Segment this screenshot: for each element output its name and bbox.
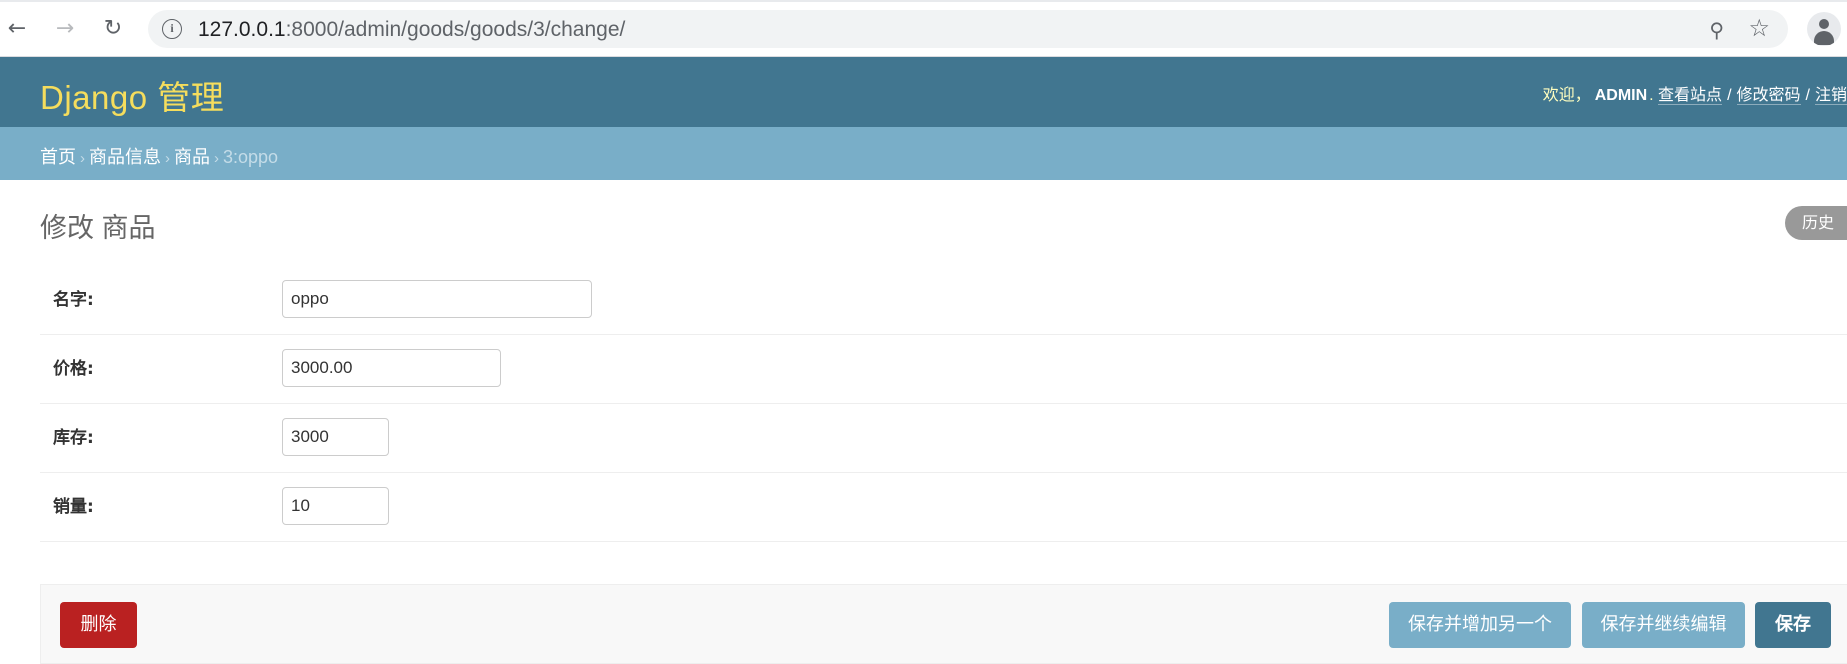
sales-label: 销量: [53,497,94,517]
delete-button[interactable]: 删除 [60,602,137,648]
history-button[interactable]: 历史 [1785,206,1847,240]
period-text: . [1649,87,1654,104]
breadcrumb-current: 3:oppo [223,147,279,167]
save-continue-button[interactable]: 保存并继续编辑 [1582,602,1745,648]
save-add-another-button[interactable]: 保存并增加另一个 [1389,602,1571,648]
price-input[interactable] [282,349,501,387]
address-bar[interactable]: i 127.0.0.1:8000/admin/goods/goods/3/cha… [148,10,1788,48]
info-icon[interactable]: i [162,19,182,39]
price-label: 价格: [53,359,94,379]
form-row-sales: 销量: [40,473,1847,542]
view-site-link[interactable]: 查看站点 [1658,87,1723,105]
separator: / [1727,87,1732,104]
breadcrumb-app[interactable]: 商品信息 [89,147,161,167]
profile-icon[interactable] [1807,12,1841,46]
browser-toolbar: ← → ↻ i 127.0.0.1:8000/admin/goods/goods… [0,0,1847,57]
page-title: 修改 商品 [40,213,156,243]
separator: / [1805,87,1810,104]
breadcrumb-separator: › [165,150,170,167]
form-row-price: 价格: [40,335,1847,404]
user-tools: 欢迎， ADMIN. 查看站点 / 修改密码 / 注销 [1543,81,1847,105]
welcome-text: 欢迎， [1542,87,1591,104]
breadcrumb: 首页 › 商品信息 › 商品 › 3:oppo [0,127,1847,180]
breadcrumb-model[interactable]: 商品 [174,147,210,167]
site-brand[interactable]: Django 管理 [40,71,224,119]
name-label: 名字: [53,290,94,310]
sales-input[interactable] [282,487,389,525]
breadcrumb-separator: › [214,150,219,167]
star-icon[interactable]: ☆ [1748,14,1770,42]
logout-link[interactable]: 注销 [1814,87,1847,105]
back-arrow-icon[interactable]: ← [0,11,34,45]
address-url[interactable]: 127.0.0.1:8000/admin/goods/goods/3/chang… [198,18,625,42]
submit-row: 删除 保存并增加另一个 保存并继续编辑 保存 [40,584,1847,664]
reload-icon[interactable]: ↻ [96,11,130,45]
username: ADMIN [1594,87,1648,104]
admin-header: Django 管理 欢迎， ADMIN. 查看站点 / 修改密码 / 注销 [0,57,1847,127]
zoom-out-icon[interactable]: ⚲ [1709,18,1724,42]
url-path: :8000/admin/goods/goods/3/change/ [285,18,626,41]
url-host: 127.0.0.1 [198,18,286,41]
stock-label: 库存: [53,428,94,448]
breadcrumb-home[interactable]: 首页 [40,147,76,167]
tab-strip-edge [0,0,1847,2]
form-row-name: 名字: [40,266,1847,335]
name-input[interactable] [282,280,592,318]
stock-input[interactable] [282,418,389,456]
breadcrumb-separator: › [80,150,85,167]
forward-arrow-icon[interactable]: → [48,11,82,45]
change-password-link[interactable]: 修改密码 [1736,87,1801,105]
save-button[interactable]: 保存 [1755,602,1831,648]
form-row-stock: 库存: [40,404,1847,473]
